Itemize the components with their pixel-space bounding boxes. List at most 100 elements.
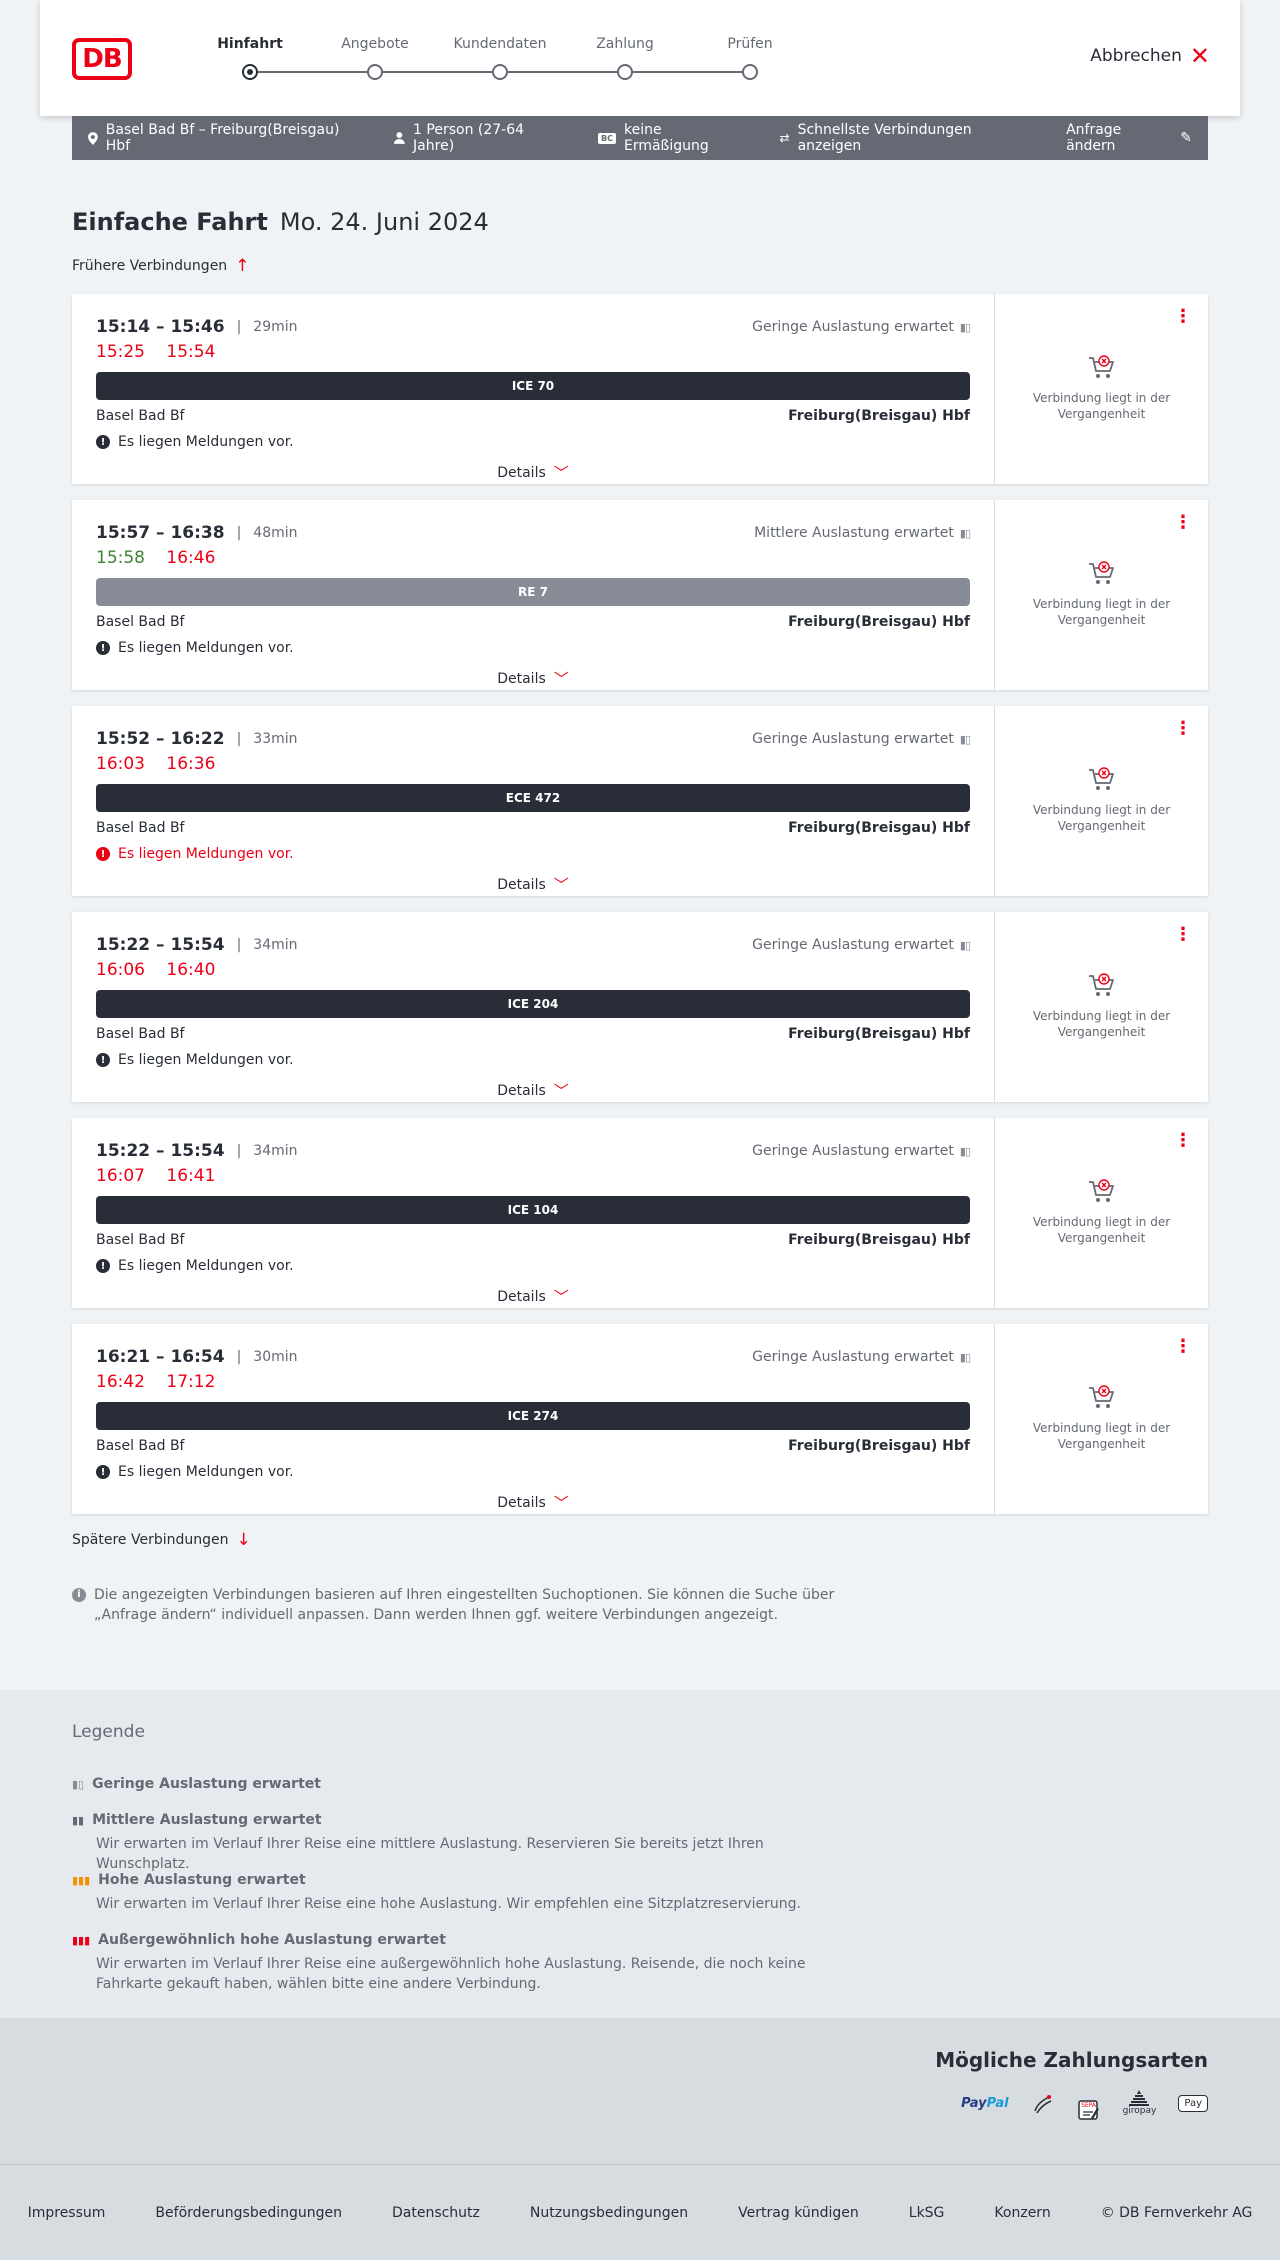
- legend-item-desc: Wir erwarten im Verlauf Ihrer Reise eine…: [96, 1836, 764, 1872]
- search-summary-bar: Basel Bad Bf – Freiburg(Breisgau) Hbf 1 …: [72, 116, 1208, 160]
- footer-link-lksg[interactable]: LkSG: [909, 2205, 945, 2221]
- more-options-icon[interactable]: ⋮: [1174, 926, 1192, 944]
- past-connection-text: Verbindung liegt in der Vergangenheit: [1032, 1421, 1171, 1451]
- stations: Basel Bad Bf Freiburg(Breisgau) Hbf: [96, 614, 970, 634]
- chevron-down-icon: ﹀: [553, 1082, 569, 1100]
- scheduled-times: 15:22 – 15:54: [96, 935, 225, 955]
- earlier-connections-link[interactable]: Frühere Verbindungen ↑: [72, 256, 249, 276]
- realtime-times: 16:07 16:41: [96, 1166, 970, 1188]
- occupancy-info: Geringe Auslastung erwartet ▮▯: [752, 1349, 971, 1365]
- occupancy-info: Geringe Auslastung erwartet ▮▯: [752, 731, 971, 747]
- details-toggle[interactable]: Details ﹀: [96, 874, 970, 895]
- separator: |: [236, 319, 242, 335]
- connection-card[interactable]: 15:14 – 15:46 | 29min Geringe Auslastung…: [72, 294, 1208, 484]
- connection-card[interactable]: 16:21 – 16:54 | 30min Geringe Auslastung…: [72, 1324, 1208, 1514]
- step-dot: [242, 64, 258, 80]
- legend-item-title: Geringe Auslastung erwartet: [92, 1776, 321, 1792]
- connection-card[interactable]: 15:22 – 15:54 | 34min Geringe Auslastung…: [72, 1118, 1208, 1308]
- later-connections-link[interactable]: Spätere Verbindungen ↓: [72, 1530, 251, 1550]
- occupancy-icon: ▮▯: [959, 1350, 971, 1364]
- legend-item-low: ▮▯ Geringe Auslastung erwartet: [72, 1776, 852, 1792]
- realtime-arrival: 16:40: [166, 960, 216, 980]
- chevron-down-icon: ﹀: [553, 1494, 569, 1512]
- notice-text: Es liegen Meldungen vor.: [118, 640, 294, 656]
- more-options-icon[interactable]: ⋮: [1174, 308, 1192, 326]
- db-logo[interactable]: DB: [72, 38, 132, 80]
- cart-unavailable-icon: [995, 766, 1208, 792]
- step-hinfahrt[interactable]: Hinfahrt: [185, 34, 315, 80]
- separator: |: [236, 1143, 242, 1159]
- train-segment-bar: ICE 104: [96, 1196, 970, 1224]
- step-pruefen: Prüfen: [685, 34, 815, 80]
- details-toggle[interactable]: Details ﹀: [96, 1286, 970, 1307]
- cart-unavailable-icon: [995, 1178, 1208, 1204]
- info-icon: i: [72, 1588, 86, 1602]
- close-icon: ✕: [1189, 42, 1210, 70]
- step-dot: [492, 64, 508, 80]
- step-angebote: Angebote: [310, 34, 440, 80]
- details-toggle[interactable]: Details ﹀: [96, 1080, 970, 1101]
- footer-link-datenschutz[interactable]: Datenschutz: [392, 2205, 480, 2221]
- footer-link-befoerderungsbedingungen[interactable]: Beförderungsbedingungen: [155, 2205, 342, 2221]
- realtime-departure: 16:07: [96, 1166, 145, 1186]
- info-text: Die angezeigten Verbindungen basieren au…: [94, 1587, 835, 1623]
- connection-info: 15:14 – 15:46 | 29min Geringe Auslastung…: [72, 294, 994, 484]
- footer-copyright: © DB Fernverkehr AG: [1100, 2204, 1253, 2221]
- change-request-button[interactable]: Anfrage ändern ✎: [1066, 122, 1192, 154]
- realtime-arrival: 17:12: [166, 1372, 216, 1392]
- realtime-arrival: 16:36: [166, 754, 216, 774]
- step-dot: [742, 64, 758, 80]
- legend-item-desc: Wir erwarten im Verlauf Ihrer Reise eine…: [96, 1896, 801, 1912]
- step-dot: [367, 64, 383, 80]
- details-toggle[interactable]: Details ﹀: [96, 668, 970, 689]
- realtime-times: 16:42 17:12: [96, 1372, 970, 1394]
- arrow-up-icon: ↑: [235, 256, 250, 276]
- realtime-arrival: 16:46: [166, 548, 216, 568]
- fastest-text: Schnellste Verbindungen anzeigen: [797, 122, 972, 154]
- details-label: Details: [497, 670, 546, 687]
- details-toggle[interactable]: Details ﹀: [96, 1492, 970, 1513]
- footer-link-nutzungsbedingungen[interactable]: Nutzungsbedingungen: [530, 2205, 688, 2221]
- more-options-icon[interactable]: ⋮: [1174, 1338, 1192, 1356]
- stations: Basel Bad Bf Freiburg(Breisgau) Hbf: [96, 1438, 970, 1458]
- occupancy-high-icon: ▮▮▮: [72, 1873, 91, 1887]
- occupancy-info: Geringe Auslastung erwartet ▮▯: [752, 1143, 971, 1159]
- occupancy-info: Geringe Auslastung erwartet ▮▯: [752, 937, 971, 953]
- connection-card[interactable]: 15:22 – 15:54 | 34min Geringe Auslastung…: [72, 912, 1208, 1102]
- departure-station: Basel Bad Bf: [96, 408, 185, 424]
- train-name: ECE 472: [505, 791, 561, 805]
- route-text: Basel Bad Bf – Freiburg(Breisgau) Hbf: [105, 122, 340, 154]
- occupancy-label: Geringe Auslastung erwartet: [752, 731, 954, 747]
- realtime-departure: 16:06: [96, 960, 145, 980]
- footer-link-konzern[interactable]: Konzern: [994, 2205, 1050, 2221]
- footer-link-vertrag-kuendigen[interactable]: Vertrag kündigen: [738, 2205, 859, 2221]
- train-segment-bar: ECE 472: [96, 784, 970, 812]
- trip-type: Einfache Fahrt: [72, 208, 268, 236]
- more-options-icon[interactable]: ⋮: [1174, 1132, 1192, 1150]
- legend-item-title: Mittlere Auslastung erwartet: [92, 1812, 322, 1828]
- step-zahlung: Zahlung: [560, 34, 690, 80]
- offer-panel: ⋮ Verbindung liegt in der Vergangenheit: [994, 294, 1208, 484]
- connection-info: 15:22 – 15:54 | 34min Geringe Auslastung…: [72, 912, 994, 1102]
- notice-text: Es liegen Meldungen vor.: [118, 434, 294, 450]
- connection-card[interactable]: 15:52 – 16:22 | 33min Geringe Auslastung…: [72, 706, 1208, 896]
- apple-pay-icon: Pay: [1178, 2094, 1208, 2112]
- more-options-icon[interactable]: ⋮: [1174, 514, 1192, 532]
- offer-panel: ⋮ Verbindung liegt in der Vergangenheit: [994, 706, 1208, 896]
- train-name: RE 7: [518, 585, 548, 599]
- details-toggle[interactable]: Details ﹀: [96, 462, 970, 483]
- notice-message: ! Es liegen Meldungen vor.: [96, 844, 970, 864]
- cancel-button[interactable]: Abbrechen ✕: [1090, 42, 1210, 70]
- payment-methods-title: Mögliche Zahlungsarten: [935, 2048, 1208, 2072]
- footer-link-impressum[interactable]: Impressum: [28, 2205, 106, 2221]
- duration: 48min: [253, 525, 298, 541]
- occupancy-very-high-icon: ▮▮▮: [72, 1933, 91, 1947]
- connection-card[interactable]: 15:57 – 16:38 | 48min Mittlere Auslastun…: [72, 500, 1208, 690]
- stations: Basel Bad Bf Freiburg(Breisgau) Hbf: [96, 408, 970, 428]
- fastest-option: ⇄ Schnellste Verbindungen anzeigen: [780, 122, 1035, 154]
- occupancy-info: Geringe Auslastung erwartet ▮▯: [752, 319, 971, 335]
- sepa-icon: SEPA: [1077, 2098, 1101, 2120]
- more-options-icon[interactable]: ⋮: [1174, 720, 1192, 738]
- warning-icon: !: [96, 1053, 110, 1067]
- cancel-label: Abbrechen: [1090, 46, 1182, 66]
